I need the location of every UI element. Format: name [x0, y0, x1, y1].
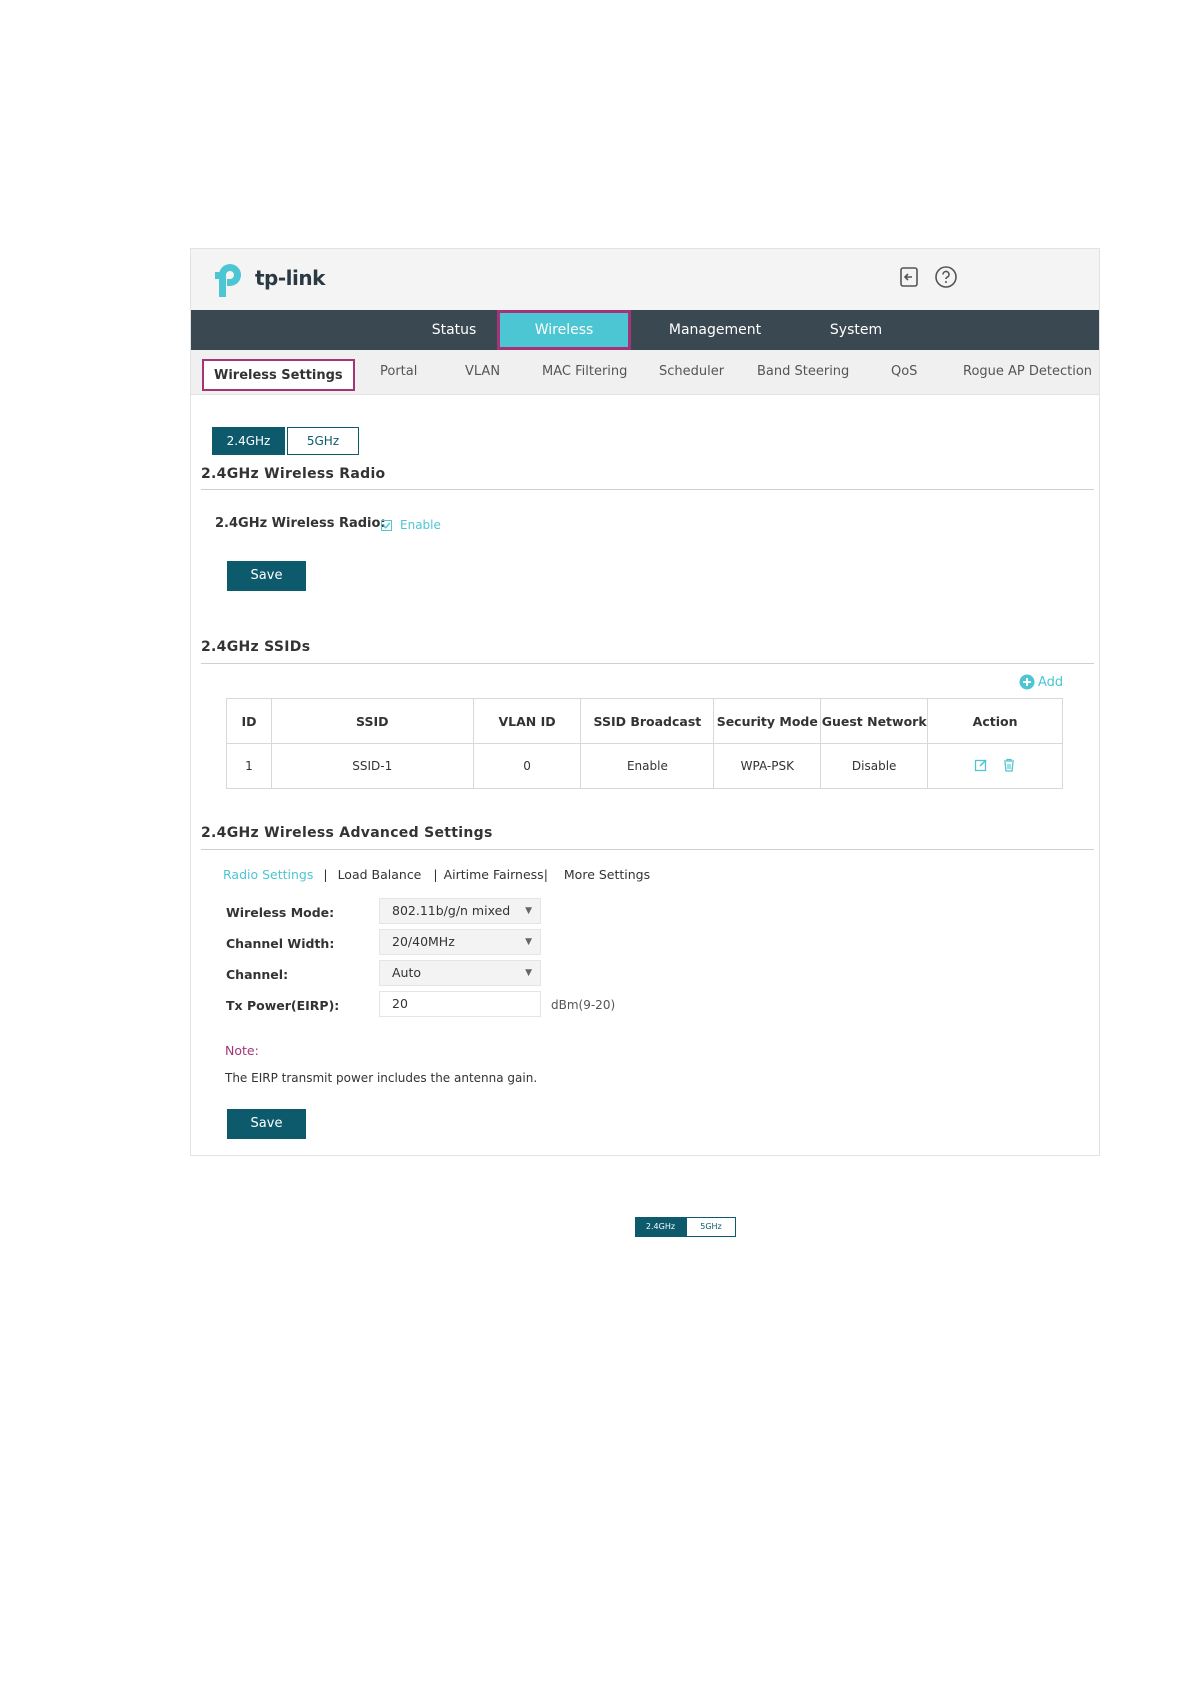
radio-save-button[interactable]: Save	[227, 561, 306, 591]
tab-system[interactable]: System	[801, 310, 911, 350]
subnav-mac-filtering[interactable]: MAC Filtering	[542, 350, 627, 394]
channel-label: Channel:	[226, 967, 289, 982]
cell-action	[927, 743, 1063, 789]
router-admin-window: tp-link Status Wireless Management Syste…	[190, 248, 1100, 1156]
tp-link-logo: tp-link	[213, 258, 325, 298]
divider	[201, 849, 1094, 850]
mini-band-tab-2-4ghz[interactable]: 2.4GHz	[635, 1217, 686, 1237]
tab-airtime-fairness[interactable]: Airtime Fairness|	[444, 867, 548, 882]
cell-id: 1	[226, 743, 272, 789]
top-bar: tp-link	[191, 249, 1099, 310]
add-ssid-button[interactable]: Add	[1019, 674, 1063, 690]
enable-checkbox-label: Enable	[400, 518, 441, 532]
advanced-tabs: Radio Settings | Load Balance | Airtime …	[223, 867, 650, 882]
cell-security-mode: WPA-PSK	[713, 743, 822, 789]
wireless-mode-value: 802.11b/g/n mixed	[392, 903, 511, 918]
enable-checkbox[interactable]	[381, 520, 392, 531]
channel-value: Auto	[392, 965, 422, 980]
logout-icon[interactable]	[896, 264, 922, 290]
subnav-band-steering[interactable]: Band Steering	[757, 350, 849, 394]
band-tabs: 2.4GHz 5GHz	[212, 427, 359, 455]
band-tab-2-4ghz[interactable]: 2.4GHz	[212, 427, 285, 455]
band-tab-5ghz[interactable]: 5GHz	[287, 427, 359, 455]
radio-field-label: 2.4GHz Wireless Radio:	[215, 516, 386, 531]
advanced-section-title: 2.4GHz Wireless Advanced Settings	[201, 825, 493, 841]
tab-management[interactable]: Management	[651, 310, 779, 350]
add-icon	[1019, 674, 1035, 690]
help-icon[interactable]	[933, 264, 959, 290]
cell-ssid-broadcast: Enable	[580, 743, 715, 789]
dropdown-arrow-icon: ▼	[525, 968, 532, 978]
column-header: SSID	[270, 698, 474, 744]
subnav-scheduler[interactable]: Scheduler	[659, 350, 724, 394]
table-row: 1 SSID-1 0 Enable WPA-PSK Disable	[226, 743, 1063, 789]
note-title: Note:	[225, 1043, 259, 1058]
tab-separator: |	[433, 867, 438, 882]
subnav-rogue-ap-detection[interactable]: Rogue AP Detection	[963, 350, 1092, 394]
radio-section-title: 2.4GHz Wireless Radio	[201, 466, 386, 482]
cell-vlan-id: 0	[472, 743, 582, 789]
column-header: ID	[226, 698, 272, 744]
tab-radio-settings[interactable]: Radio Settings	[223, 867, 313, 882]
ssid-table: ID SSID VLAN ID SSID Broadcast Security …	[226, 698, 1063, 789]
channel-width-value: 20/40MHz	[392, 934, 455, 949]
column-header: Guest Network	[820, 698, 929, 744]
main-nav: Status Wireless Management System	[191, 310, 1099, 350]
tab-status[interactable]: Status	[399, 310, 509, 350]
tab-separator: |	[323, 867, 328, 882]
column-header: Security Mode	[713, 698, 822, 744]
tx-power-input[interactable]: 20	[379, 991, 541, 1017]
channel-width-select[interactable]: 20/40MHz ▼	[379, 929, 541, 955]
tx-power-label: Tx Power(EIRP):	[226, 998, 340, 1013]
subnav-portal[interactable]: Portal	[380, 350, 417, 394]
subnav-wireless-settings[interactable]: Wireless Settings	[202, 359, 355, 391]
divider	[201, 489, 1094, 490]
wireless-mode-select[interactable]: 802.11b/g/n mixed ▼	[379, 898, 541, 924]
checkmark-icon	[382, 522, 391, 529]
advanced-save-button[interactable]: Save	[227, 1109, 306, 1139]
channel-select[interactable]: Auto ▼	[379, 960, 541, 986]
column-header: Action	[927, 698, 1063, 744]
table-header-row: ID SSID VLAN ID SSID Broadcast Security …	[226, 698, 1063, 744]
channel-width-label: Channel Width:	[226, 936, 335, 951]
tx-power-unit: dBm(9-20)	[551, 998, 616, 1012]
dropdown-arrow-icon: ▼	[525, 937, 532, 947]
subnav-qos[interactable]: QoS	[891, 350, 917, 394]
cell-guest-network: Disable	[820, 743, 929, 789]
cell-ssid: SSID-1	[270, 743, 474, 789]
divider	[201, 663, 1094, 664]
column-header: SSID Broadcast	[580, 698, 715, 744]
delete-icon[interactable]	[1002, 758, 1016, 775]
note-text: The EIRP transmit power includes the ant…	[225, 1071, 538, 1085]
subnav-vlan[interactable]: VLAN	[465, 350, 500, 394]
sub-nav: Wireless Settings Portal VLAN MAC Filter…	[191, 350, 1099, 395]
ssid-section-title: 2.4GHz SSIDs	[201, 639, 311, 655]
tab-wireless[interactable]: Wireless	[497, 310, 631, 350]
column-header: VLAN ID	[472, 698, 582, 744]
mini-band-tabs: 2.4GHz 5GHz	[635, 1217, 736, 1237]
edit-icon[interactable]	[974, 758, 988, 775]
wireless-mode-label: Wireless Mode:	[226, 905, 335, 920]
add-ssid-label: Add	[1038, 674, 1064, 690]
dropdown-arrow-icon: ▼	[525, 906, 532, 916]
logo-text: tp-link	[255, 266, 325, 290]
tab-load-balance[interactable]: Load Balance	[338, 867, 422, 882]
tp-link-logo-icon	[215, 264, 241, 297]
mini-band-tab-5ghz[interactable]: 5GHz	[686, 1217, 736, 1237]
tab-more-settings[interactable]: More Settings	[564, 867, 650, 882]
